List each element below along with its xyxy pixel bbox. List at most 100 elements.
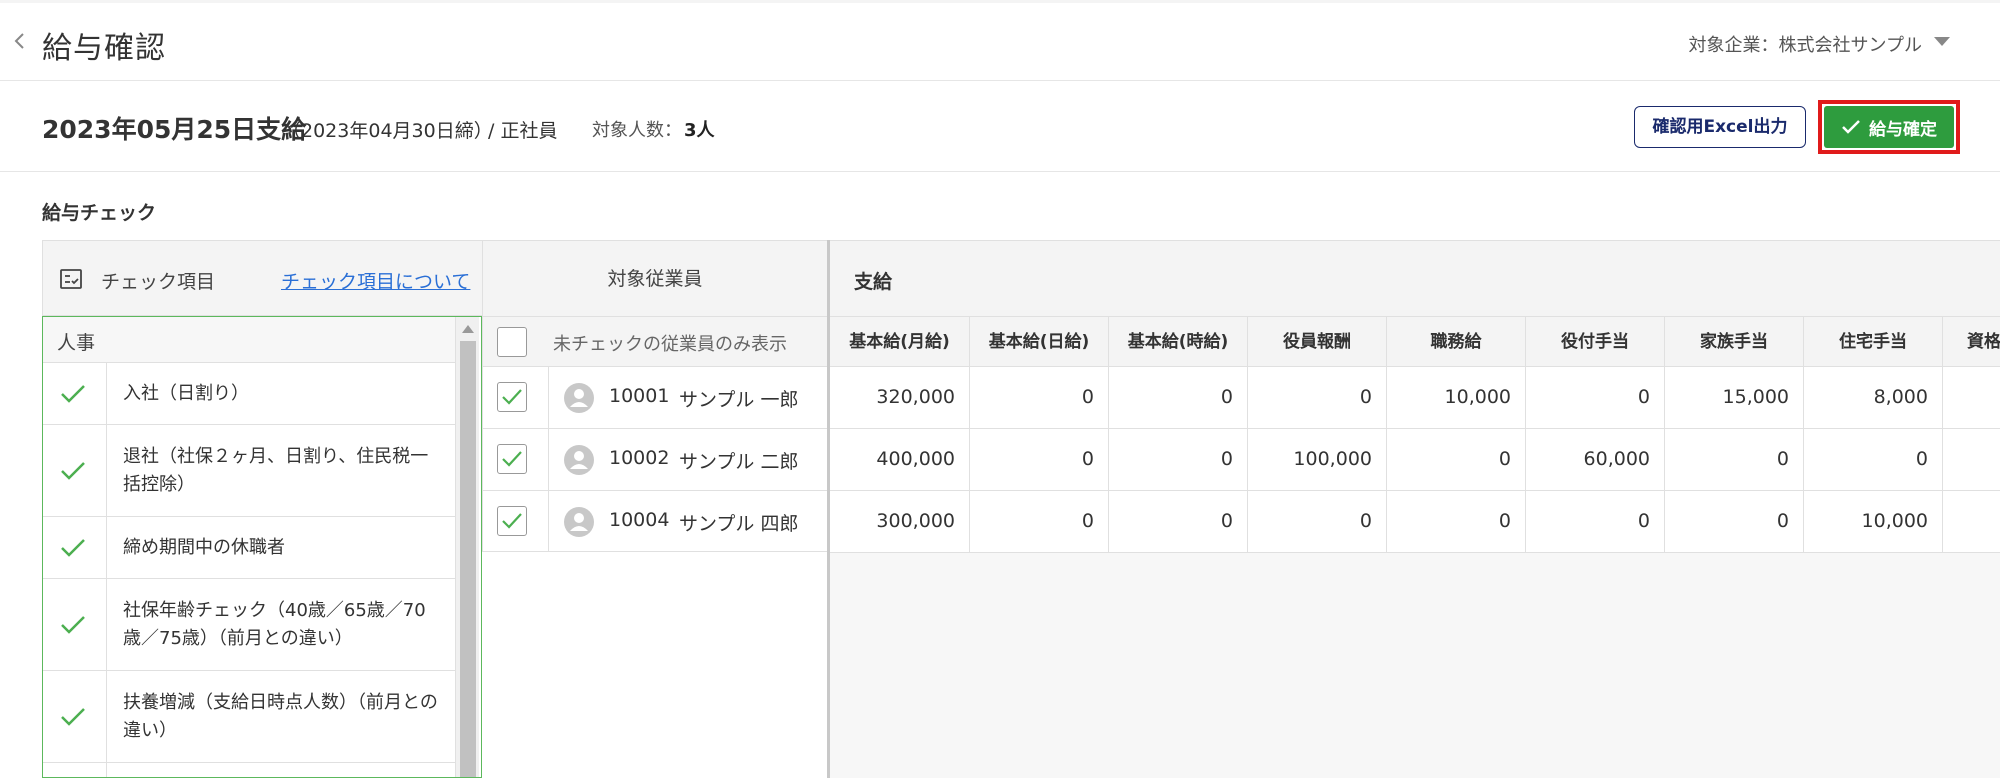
check-items-list[interactable]: 人事 入社（日割り） 退社（社保２ヶ月、日割り、住民税一括控除） 締め期間中の休… (42, 316, 482, 778)
column-header: 資格手当 (1943, 317, 2000, 367)
table-cell: 0 (1248, 491, 1387, 552)
check-items-title: チェック項目 (101, 271, 216, 293)
check-item[interactable]: 締め期間中の休職者 (43, 517, 455, 579)
column-header: 職務給 (1387, 317, 1526, 367)
check-item-label: 締め期間中の休職者 (123, 536, 285, 558)
table-cell: 60,000 (1526, 429, 1665, 490)
table-cell: 0 (1526, 491, 1665, 552)
check-item[interactable]: 社保年齢チェック（40歳／65歳／70歳／75歳）（前月との違い） (43, 579, 455, 671)
page-title: 給与確認 (42, 31, 166, 66)
employee-checkbox[interactable] (497, 444, 527, 474)
unchecked-filter-label: 未チェックの従業員のみ表示 (553, 334, 787, 355)
table-cell: 0 (1665, 491, 1804, 552)
check-items-panel: チェック項目 チェック項目について 人事 入社（日割り） 退社（社保２ヶ月、日割… (42, 240, 482, 778)
table-cell: 10,000 (1804, 491, 1943, 552)
table-cell: 320,000 (830, 367, 970, 428)
unchecked-filter-checkbox[interactable] (497, 327, 527, 357)
check-item[interactable] (43, 763, 455, 777)
table-cell: 0 (1109, 429, 1248, 490)
employee-code: 10002 (609, 447, 670, 469)
column-header: 基本給(月給) (830, 317, 970, 367)
checklist-icon (60, 269, 82, 289)
column-header: 住宅手当 (1804, 317, 1943, 367)
table-cell: 0 (1804, 429, 1943, 490)
employee-row[interactable]: 10002 サンプル 二郎 (482, 428, 827, 490)
check-list-scrollbar[interactable] (455, 317, 479, 777)
table-cell: 400,000 (830, 429, 970, 490)
table-row: 320,000 0 0 0 10,000 0 15,000 8,000 (830, 366, 2000, 428)
check-icon (502, 451, 522, 467)
table-cell (1943, 429, 2000, 490)
caret-down-icon[interactable] (1934, 37, 1950, 46)
pay-group-header: 支給 (830, 240, 2000, 316)
check-mark-cell (43, 671, 107, 762)
employee-name[interactable]: サンプル 四郎 (679, 509, 798, 536)
employee-header: 対象従業員 (482, 240, 827, 316)
confirm-label: 給与確定 (1869, 119, 1937, 140)
table-cell: 300,000 (830, 491, 970, 552)
table-cell: 0 (970, 367, 1109, 428)
employee-row[interactable]: 10004 サンプル 四郎 (482, 490, 827, 552)
company-selector[interactable]: 対象企業：株式会社サンプル (1689, 31, 1922, 57)
table-cell: 0 (1387, 429, 1526, 490)
table-cell: 0 (1109, 491, 1248, 552)
check-icon (502, 389, 522, 405)
back-chevron-icon[interactable] (12, 29, 28, 53)
employee-row[interactable]: 10001 サンプル 一郎 (482, 366, 827, 428)
check-icon (61, 384, 85, 403)
check-mark-cell (43, 763, 107, 777)
scroll-up-arrow-icon[interactable] (462, 325, 474, 333)
employee-check-cell (483, 429, 549, 490)
column-header: 役付手当 (1526, 317, 1665, 367)
close-date: （2023年04月30日締） (282, 120, 493, 142)
column-header: 基本給(日給) (970, 317, 1109, 367)
employee-checkbox[interactable] (497, 506, 527, 536)
avatar-icon (564, 383, 594, 413)
check-icon (61, 707, 85, 726)
check-mark-cell (43, 363, 107, 424)
avatar-icon (564, 507, 594, 537)
check-icon (61, 538, 85, 557)
check-icon (61, 615, 85, 634)
table-row: 300,000 0 0 0 0 0 0 10,000 (830, 490, 2000, 552)
table-cell: 0 (970, 491, 1109, 552)
check-mark-cell (43, 517, 107, 578)
table-cell: 10,000 (1387, 367, 1526, 428)
table-cell: 100,000 (1248, 429, 1387, 490)
check-item[interactable]: 扶養増減（支給日時点人数）（前月との違い） (43, 671, 455, 763)
pay-date: 2023年05月25日支給 (42, 115, 307, 144)
table-bottom-border (830, 552, 2000, 553)
table-cell: 0 (1109, 367, 1248, 428)
unchecked-filter[interactable]: 未チェックの従業員のみ表示 (482, 316, 827, 366)
check-icon (502, 513, 522, 529)
check-item-label: 入社（日割り） (123, 382, 249, 404)
confirm-payroll-button[interactable]: 給与確定 (1824, 106, 1954, 148)
check-item[interactable]: 入社（日割り） (43, 363, 455, 425)
excel-export-button[interactable]: 確認用Excel出力 (1634, 106, 1806, 148)
table-cell: 0 (1665, 429, 1804, 490)
table-cell: 8,000 (1804, 367, 1943, 428)
column-header: 基本給(時給) (1109, 317, 1248, 367)
employee-column: 対象従業員 未チェックの従業員のみ表示 10001 サンプル 一郎 10002 … (482, 240, 830, 778)
employee-name[interactable]: サンプル 一郎 (679, 385, 798, 412)
payroll-summary: 2023年05月25日支給 （2023年04月30日締） / 正社員 対象人数：… (0, 82, 2000, 172)
column-header: 家族手当 (1665, 317, 1804, 367)
employee-check-cell (483, 491, 549, 552)
employee-checkbox[interactable] (497, 382, 527, 412)
table-cell: 0 (1248, 367, 1387, 428)
table-cell: 0 (1526, 367, 1665, 428)
confirm-highlight: 給与確定 (1818, 100, 1960, 154)
avatar-icon (564, 445, 594, 475)
table-cell: 0 (1387, 491, 1526, 552)
scrollbar-thumb[interactable] (460, 341, 476, 777)
employee-code: 10001 (609, 385, 670, 407)
check-item-label: 扶養増減（支給日時点人数）（前月との違い） (123, 691, 438, 741)
check-item[interactable]: 退社（社保２ヶ月、日割り、住民税一括控除） (43, 425, 455, 517)
table-cell (1943, 491, 2000, 552)
table-row: 400,000 0 0 100,000 0 60,000 0 0 (830, 428, 2000, 490)
page-header: 給与確認 対象企業：株式会社サンプル (0, 3, 2000, 81)
check-items-about-link[interactable]: チェック項目について (281, 267, 470, 294)
employee-name[interactable]: サンプル 二郎 (679, 447, 798, 474)
employee-code: 10004 (609, 509, 670, 531)
check-mark-cell (43, 425, 107, 516)
